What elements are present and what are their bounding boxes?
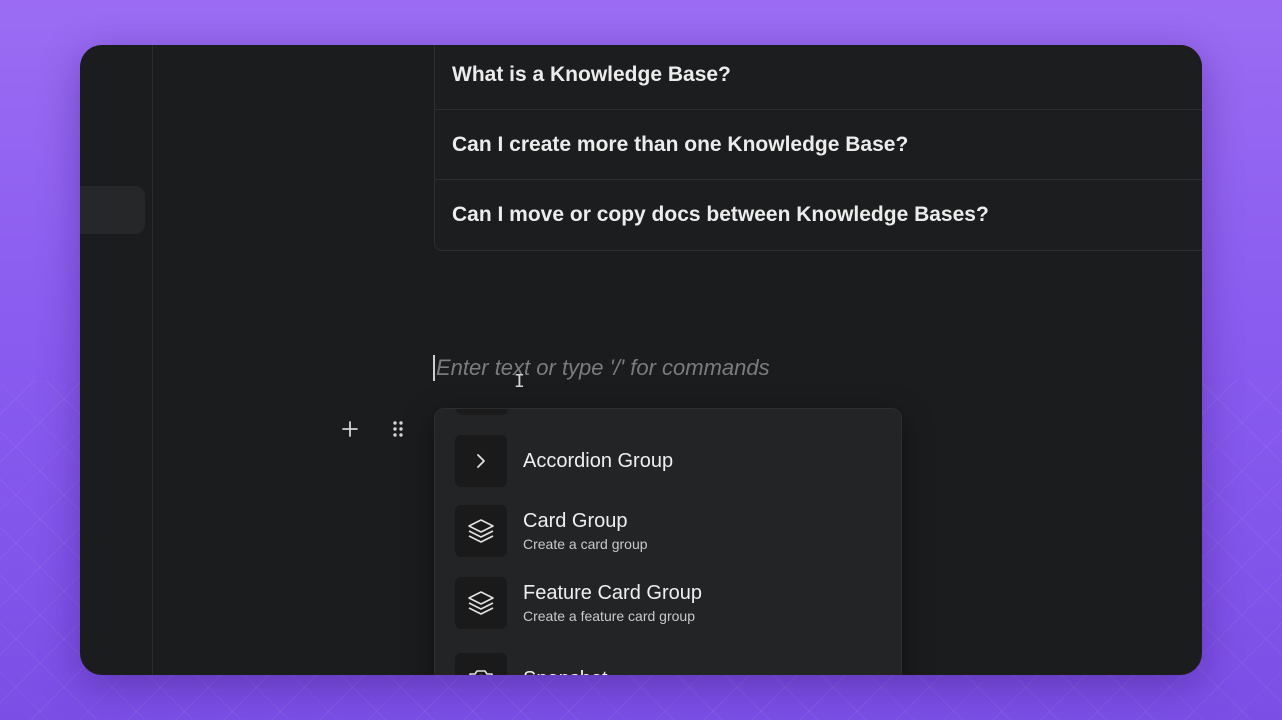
chevron-right-icon (455, 435, 507, 487)
menu-item-snapshot[interactable]: Snapshot (435, 649, 901, 675)
app-window: What is a Knowledge Base? Can I create m… (80, 45, 1202, 675)
camera-icon (455, 653, 507, 675)
menu-item-description: Create a feature card group (523, 608, 695, 624)
faq-item[interactable]: Can I create more than one Knowledge Bas… (435, 110, 1202, 180)
menu-item-text: Accordion Group (523, 449, 673, 473)
faq-question: Can I create more than one Knowledge Bas… (452, 132, 909, 156)
menu-item-feature-card-group[interactable]: Feature Card Group Create a feature card… (435, 573, 901, 633)
sidebar-divider (152, 45, 153, 675)
faq-item[interactable]: What is a Knowledge Base? (435, 45, 1202, 110)
menu-item-title: Card Group (523, 510, 628, 532)
menu-item-title: Snapshot (523, 667, 608, 675)
menu-previous-item-icon (456, 409, 508, 415)
sidebar-selected-item[interactable] (80, 186, 145, 234)
menu-item-accordion-group[interactable]: Accordion Group (435, 431, 901, 491)
menu-item-text: Card Group Create a card group (523, 509, 648, 553)
menu-item-text: Feature Card Group Create a feature card… (523, 581, 702, 625)
faq-item[interactable]: Can I move or copy docs between Knowledg… (435, 180, 1202, 250)
menu-item-card-group[interactable]: Card Group Create a card group (435, 501, 901, 561)
layers-icon (455, 577, 507, 629)
plus-icon[interactable] (338, 417, 362, 441)
drag-handle-icon[interactable] (386, 417, 410, 441)
editor-input[interactable] (436, 355, 896, 381)
ibeam-cursor-icon: I (514, 371, 525, 392)
menu-item-title: Accordion Group (523, 450, 674, 472)
faq-question: Can I move or copy docs between Knowledg… (452, 203, 989, 226)
faq-accordion: What is a Knowledge Base? Can I create m… (434, 45, 1202, 251)
block-controls (338, 417, 410, 441)
faq-question: What is a Knowledge Base? (452, 62, 731, 86)
menu-item-title: Feature Card Group (523, 582, 702, 604)
editor-line (433, 353, 896, 383)
command-menu: Accordion Group Card Group Create a card… (434, 408, 902, 675)
menu-item-text: Snapshot (523, 667, 608, 675)
layers-icon (455, 505, 507, 557)
menu-item-description: Create a card group (523, 536, 648, 552)
text-caret (433, 355, 435, 381)
